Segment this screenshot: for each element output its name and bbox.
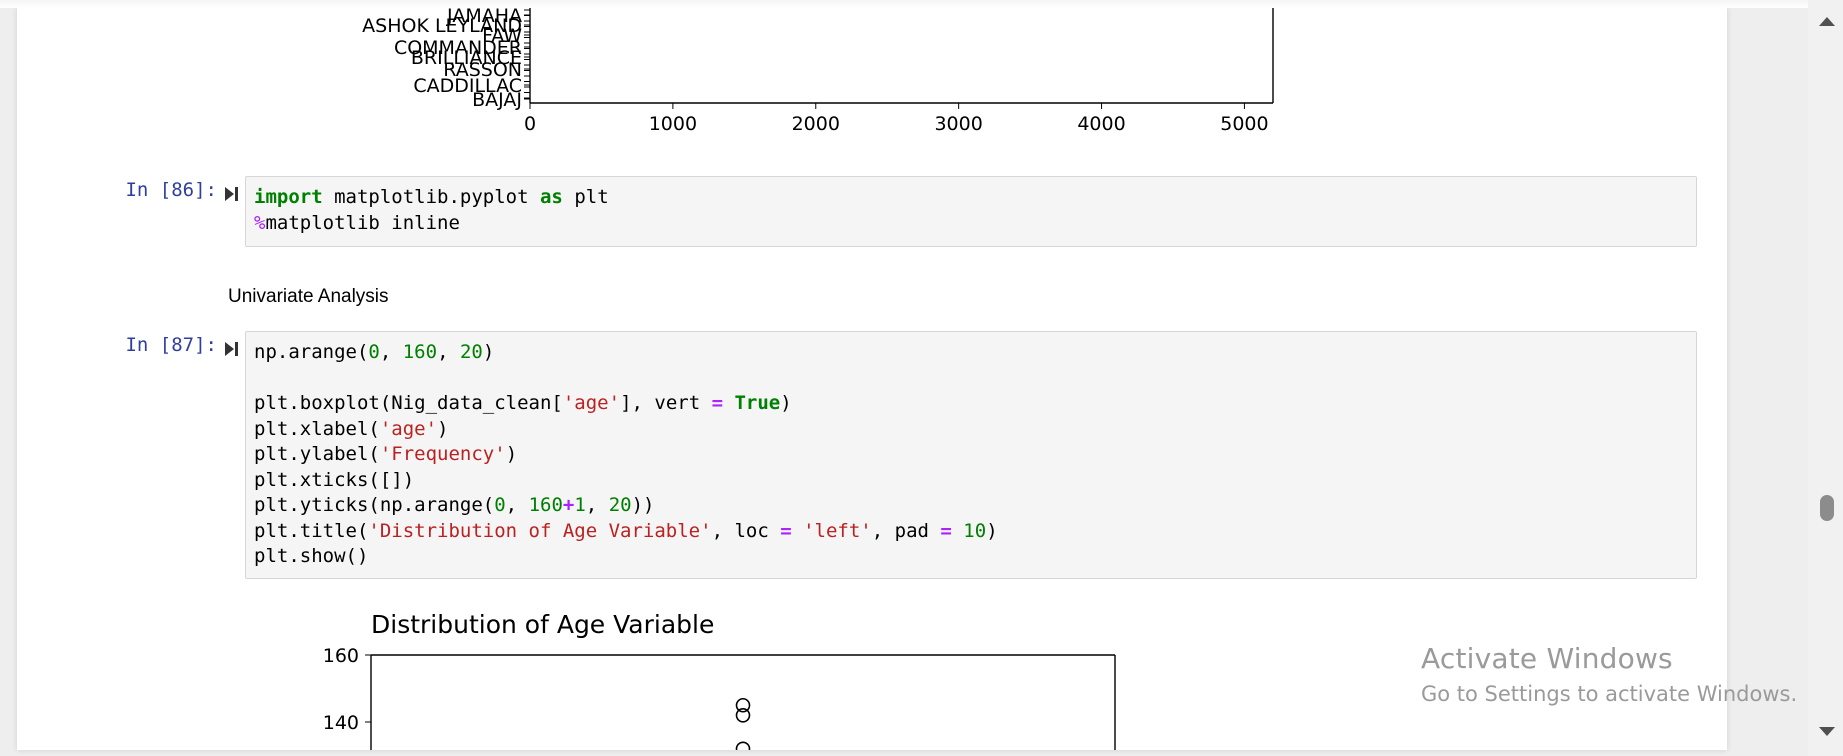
code-token: plt.show() — [254, 545, 369, 567]
y-tick-label: 160 — [323, 645, 359, 667]
code-token: , — [585, 494, 609, 516]
code-token: 'age' — [562, 392, 621, 414]
x-tick-label: 4000 — [1077, 113, 1125, 135]
code-token: 0 — [368, 341, 380, 363]
x-tick-label: 2000 — [792, 113, 840, 135]
top-edge — [0, 0, 1843, 8]
vertical-scrollbar[interactable] — [1808, 0, 1843, 756]
code-token: import — [254, 186, 323, 208]
notebook-page: 0 1000 2000 3000 4000 5000 JAMAHA ASHOK LEYLAND… — [17, 7, 1727, 750]
code-token: ) — [986, 519, 998, 542]
watermark-title: Activate Windows — [1421, 642, 1673, 675]
code-input[interactable]: np.arange(0, 160, 20) plt.boxplot(Nig_dat… — [245, 331, 1697, 579]
boxplot-output: Distribution of Age Variable 160 140 — [287, 597, 1137, 750]
code-token: 10 — [963, 519, 987, 542]
code-token: , — [379, 341, 403, 363]
code-token: plt.xticks([]) — [254, 468, 415, 491]
y-tick-label: 140 — [323, 712, 359, 734]
x-tick-label: 5000 — [1220, 113, 1268, 135]
code-token: np.arange( — [254, 341, 369, 363]
code-line: plt.ylabel('Frequency') — [254, 442, 1696, 468]
code-line: plt.boxplot(Nig_data_clean['age'], vert … — [254, 391, 1696, 417]
code-token: 20 — [608, 494, 632, 516]
code-line: plt.yticks(np.arange(0, 160+1, 20)) — [254, 493, 1696, 519]
code-token: matplotlib.pyplot — [322, 186, 540, 208]
code-token: ], vert — [620, 392, 712, 414]
code-token: = — [711, 392, 724, 414]
scroll-thumb[interactable] — [1820, 495, 1834, 521]
boxplot-chart: Distribution of Age Variable 160 140 — [323, 610, 1116, 750]
code-token: plt.xlabel( — [254, 417, 380, 440]
cell-prompt: In [87]: — [125, 334, 217, 356]
code-line: import matplotlib.pyplot as plt — [254, 185, 1696, 211]
code-token: plt.boxplot(Nig_data_clean[ — [254, 392, 563, 414]
watermark-subtitle: Go to Settings to activate Windows. — [1421, 682, 1798, 706]
code-token: ) — [780, 392, 792, 414]
run-cell-icon[interactable] — [222, 339, 242, 359]
bar-chart-output: 0 1000 2000 3000 4000 5000 JAMAHA ASHOK LEYLAND… — [317, 7, 1307, 157]
scroll-up-icon[interactable] — [1819, 17, 1835, 26]
outlier-point — [735, 741, 751, 750]
code-token: 160 — [402, 341, 438, 363]
code-token: matplotlib inline — [265, 211, 460, 234]
markdown-cell: Univariate Analysis — [228, 286, 389, 307]
code-token: plt — [562, 186, 609, 208]
code-token: True — [734, 392, 781, 414]
bar-chart: 0 1000 2000 3000 4000 5000JAMAHAASHOK LEYLAND… — [362, 7, 1274, 135]
outlier-point — [735, 708, 751, 723]
code-token: 'Frequency' — [379, 443, 506, 465]
code-line: plt.show() — [254, 544, 1696, 570]
chart-title: Distribution of Age Variable — [371, 610, 714, 639]
code-token: plt.ylabel( — [254, 443, 380, 465]
code-token: 20 — [459, 341, 483, 363]
code-token: plt.yticks(np.arange( — [254, 494, 495, 516]
x-tick-label: 0 — [524, 113, 536, 135]
code-token: ) — [482, 341, 495, 363]
code-line: plt.title('Distribution of Age Variable'… — [254, 519, 1696, 545]
code-token: ) — [437, 417, 449, 440]
code-input[interactable]: import matplotlib.pyplot as plt %matplotl… — [245, 176, 1697, 247]
code-token: plt.title( — [254, 519, 369, 542]
code-token: 'age' — [379, 417, 438, 440]
code-line: %matplotlib inline — [254, 211, 1696, 237]
code-token: + — [562, 494, 575, 516]
code-token: 1 — [574, 494, 586, 516]
code-line: plt.xticks([]) — [254, 468, 1696, 494]
code-token: % — [254, 211, 266, 234]
code-line: plt.xlabel('age') — [254, 417, 1696, 443]
code-token: = — [780, 519, 792, 542]
x-tick-label: 3000 — [934, 113, 982, 135]
code-token: as — [539, 186, 563, 208]
code-token: ) — [505, 443, 518, 465]
code-line: np.arange(0, 160, 20) — [254, 340, 1696, 366]
code-token: )) — [631, 494, 655, 516]
code-token: 'left' — [803, 519, 872, 542]
code-token: , loc — [711, 519, 781, 542]
run-cell-icon[interactable] — [222, 184, 242, 204]
x-tick-label: 1000 — [649, 113, 697, 135]
code-token: 0 — [494, 494, 506, 516]
code-token: , — [505, 494, 529, 516]
activate-windows-watermark: Activate Windows Go to Settings to activ… — [1421, 642, 1797, 706]
scroll-down-icon[interactable] — [1819, 727, 1835, 736]
code-token: , pad — [871, 519, 941, 542]
code-token: , — [437, 341, 460, 363]
code-token: 'Distribution of Age Variable' — [368, 519, 712, 542]
y-tick-label: BAJAJ — [472, 89, 522, 111]
code-token: 160 — [528, 494, 563, 516]
code-token: = — [940, 519, 952, 542]
cell-prompt: In [86]: — [125, 179, 217, 201]
